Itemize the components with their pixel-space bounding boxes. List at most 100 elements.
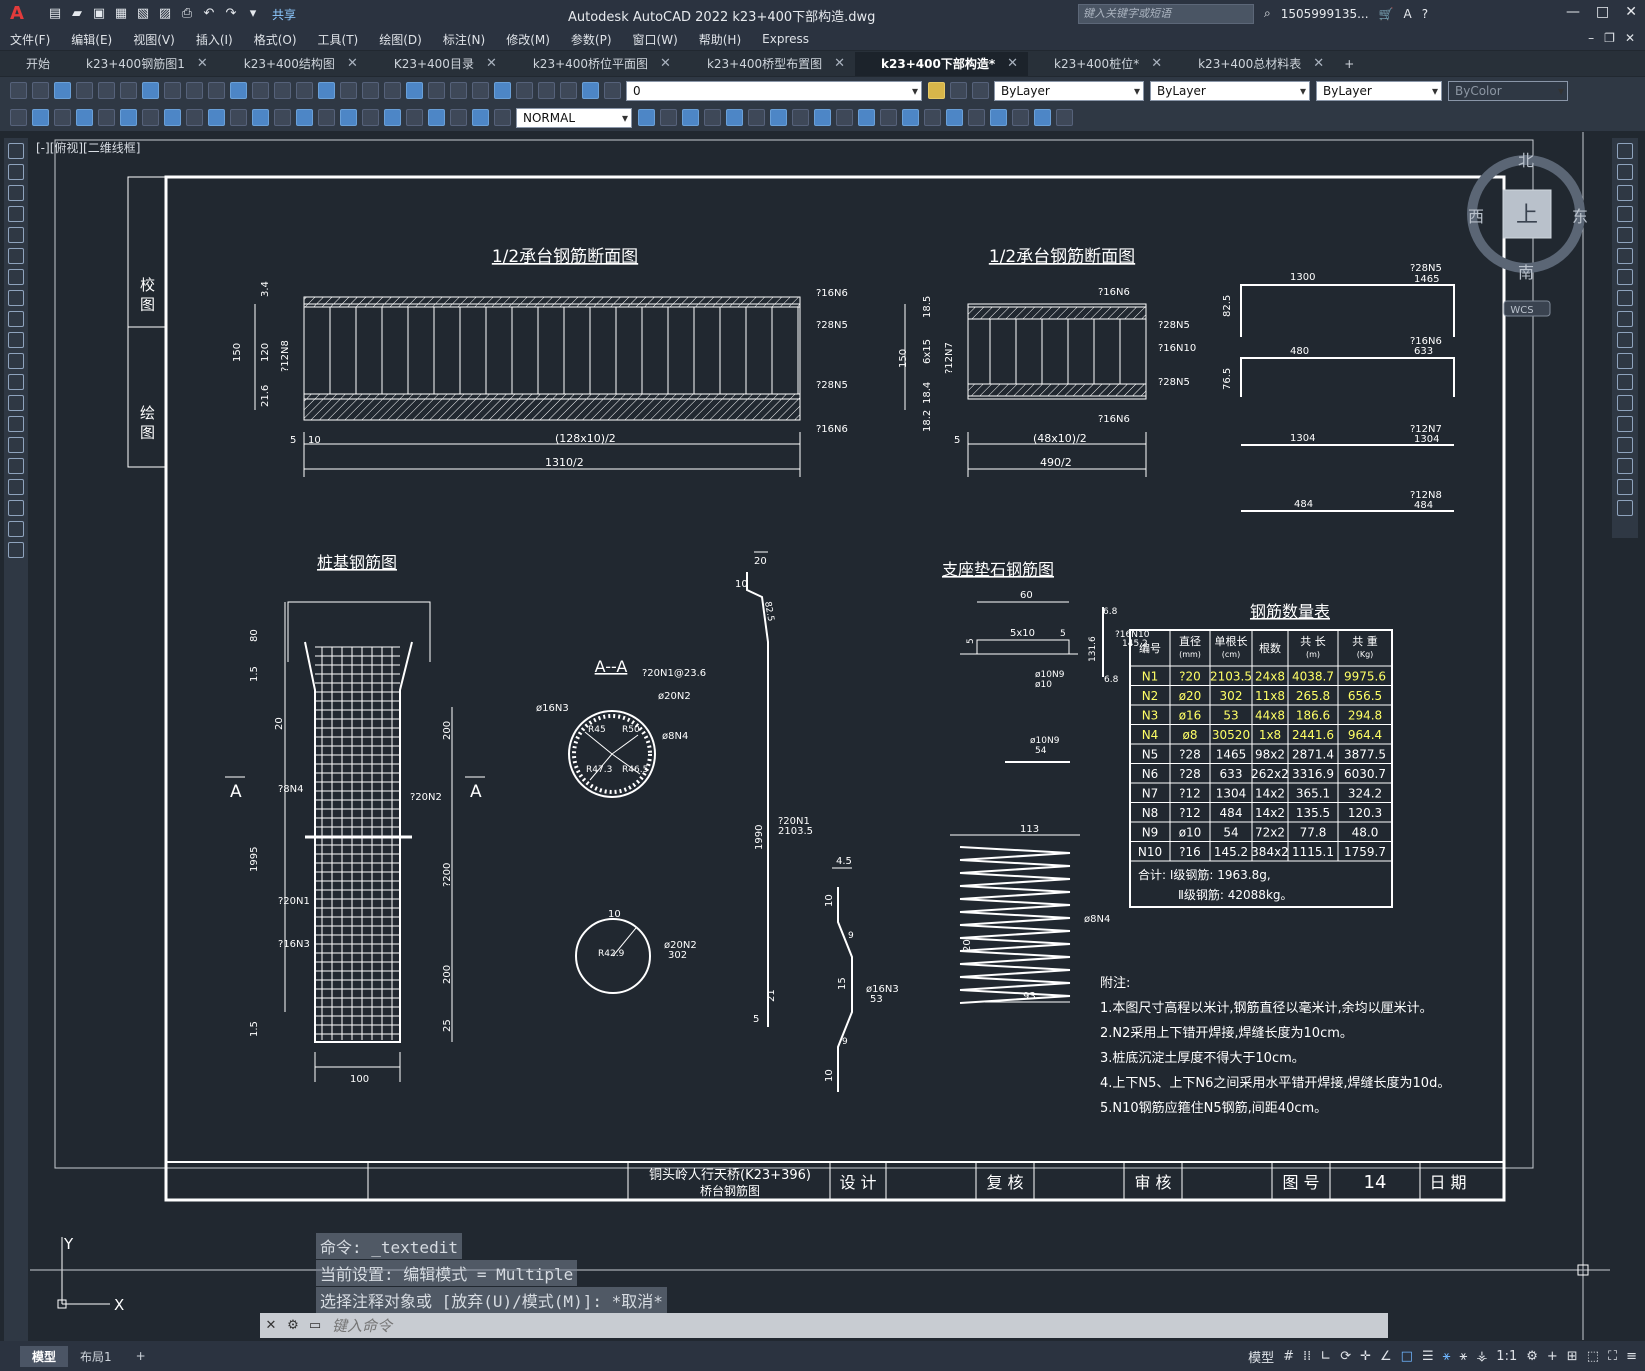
toolbar-tool-icon[interactable] bbox=[76, 82, 93, 99]
modify-tool-icon[interactable] bbox=[770, 109, 787, 126]
osnap-icon[interactable]: ✛ bbox=[1360, 1349, 1371, 1364]
angle-icon[interactable]: ∠ bbox=[1380, 1349, 1392, 1364]
close-tab-icon[interactable]: ✕ bbox=[197, 52, 208, 76]
close-tab-icon[interactable]: ✕ bbox=[1313, 52, 1324, 76]
doc-restore-icon[interactable]: ❐ bbox=[1604, 31, 1615, 45]
cart-icon[interactable]: 🛒 bbox=[1379, 7, 1394, 21]
help-icon[interactable]: ? bbox=[1422, 7, 1428, 21]
menu-item[interactable]: 工具(T) bbox=[318, 31, 359, 48]
dimension-tool-icon[interactable] bbox=[208, 109, 225, 126]
modify-palette-icon[interactable] bbox=[1617, 290, 1633, 306]
workspace-gear-icon[interactable]: ⚙ bbox=[1526, 1349, 1538, 1364]
menu-item[interactable]: 文件(F) bbox=[10, 31, 50, 48]
modify-tool-icon[interactable] bbox=[968, 109, 985, 126]
toolbar-tool-icon[interactable] bbox=[142, 82, 159, 99]
plot-icon[interactable]: ⎙ bbox=[178, 5, 196, 23]
file-tab[interactable]: k23+400下部构造* ✕ bbox=[855, 52, 1029, 76]
toolbar-tool-icon[interactable] bbox=[318, 82, 335, 99]
toolbar-tool-icon[interactable] bbox=[296, 82, 313, 99]
modify-palette-icon[interactable] bbox=[1617, 500, 1633, 516]
object-snap-icon[interactable]: □ bbox=[1401, 1349, 1413, 1364]
lineweight-icon[interactable]: ☰ bbox=[1422, 1349, 1434, 1364]
draw-tool-icon[interactable] bbox=[8, 458, 24, 474]
dimension-tool-icon[interactable] bbox=[362, 109, 379, 126]
modify-palette-icon[interactable] bbox=[1617, 395, 1633, 411]
file-tab[interactable]: k23+400桩位* ✕ bbox=[1028, 52, 1172, 76]
modify-tool-icon[interactable] bbox=[880, 109, 897, 126]
plus-icon[interactable]: + bbox=[1547, 1349, 1558, 1364]
add-layout-button[interactable]: + bbox=[124, 1347, 158, 1365]
maximize-button[interactable]: □ bbox=[1596, 4, 1609, 20]
draw-tool-icon[interactable] bbox=[8, 521, 24, 537]
draw-tool-icon[interactable] bbox=[8, 542, 24, 558]
file-tab[interactable]: 开始 bbox=[0, 52, 60, 76]
dimension-tool-icon[interactable] bbox=[296, 109, 313, 126]
toolbar-tool-icon[interactable] bbox=[10, 82, 27, 99]
annotation-visibility-icon[interactable]: ⚹ bbox=[1443, 1349, 1451, 1364]
open-file-icon[interactable]: ▰ bbox=[68, 5, 86, 23]
viewcube-south[interactable]: 南 bbox=[1518, 263, 1534, 282]
draw-tool-icon[interactable] bbox=[8, 206, 24, 222]
draw-tool-icon[interactable] bbox=[8, 479, 24, 495]
modify-palette-icon[interactable] bbox=[1617, 416, 1633, 432]
modify-tool-icon[interactable] bbox=[704, 109, 721, 126]
web-save-icon[interactable]: ▨ bbox=[156, 5, 174, 23]
toolbar-tool-icon[interactable] bbox=[604, 82, 621, 99]
modify-tool-icon[interactable] bbox=[946, 109, 963, 126]
color-dropdown[interactable]: ByLayer bbox=[994, 80, 1144, 101]
modify-palette-icon[interactable] bbox=[1617, 164, 1633, 180]
command-prompt-icon[interactable]: ▭ bbox=[304, 1318, 326, 1333]
model-space-button[interactable]: 模型 bbox=[1248, 1347, 1274, 1366]
draw-tool-icon[interactable] bbox=[8, 248, 24, 264]
annotation-scale-value[interactable]: 1:1 bbox=[1496, 1349, 1517, 1364]
auto-scale-icon[interactable]: ⚹ bbox=[1459, 1349, 1467, 1364]
modify-palette-icon[interactable] bbox=[1617, 353, 1633, 369]
layer-tool-icon[interactable] bbox=[950, 82, 967, 99]
close-tab-icon[interactable]: ✕ bbox=[347, 52, 358, 76]
modify-tool-icon[interactable] bbox=[1034, 109, 1051, 126]
close-tab-icon[interactable]: ✕ bbox=[1007, 52, 1018, 76]
viewcube-west[interactable]: 西 bbox=[1468, 207, 1484, 226]
toolbar-tool-icon[interactable] bbox=[538, 82, 555, 99]
modify-tool-icon[interactable] bbox=[682, 109, 699, 126]
dimension-tool-icon[interactable] bbox=[230, 109, 247, 126]
draw-tool-icon[interactable] bbox=[8, 395, 24, 411]
file-tab[interactable]: k23+400钢筋图1 ✕ bbox=[60, 52, 218, 76]
lineweight-dropdown[interactable]: ByLayer bbox=[1316, 80, 1442, 101]
snap-icon[interactable]: ⁞⁞ bbox=[1303, 1349, 1311, 1364]
file-tab[interactable]: k23+400总材料表 ✕ bbox=[1172, 52, 1334, 76]
close-tab-icon[interactable]: ✕ bbox=[834, 52, 845, 76]
dimension-tool-icon[interactable] bbox=[186, 109, 203, 126]
modify-tool-icon[interactable] bbox=[1056, 109, 1073, 126]
qa-dropdown-icon[interactable]: ▾ bbox=[244, 5, 262, 23]
dimension-tool-icon[interactable] bbox=[384, 109, 401, 126]
modify-tool-icon[interactable] bbox=[792, 109, 809, 126]
dimension-tool-icon[interactable] bbox=[10, 109, 27, 126]
modify-palette-icon[interactable] bbox=[1617, 269, 1633, 285]
draw-tool-icon[interactable] bbox=[8, 143, 24, 159]
toolbar-tool-icon[interactable] bbox=[98, 82, 115, 99]
dimension-tool-icon[interactable] bbox=[76, 109, 93, 126]
modify-palette-icon[interactable] bbox=[1617, 458, 1633, 474]
toolbar-tool-icon[interactable] bbox=[560, 82, 577, 99]
modify-tool-icon[interactable] bbox=[660, 109, 677, 126]
dimension-tool-icon[interactable] bbox=[54, 109, 71, 126]
toolbar-tool-icon[interactable] bbox=[186, 82, 203, 99]
dimension-tool-icon[interactable] bbox=[98, 109, 115, 126]
layer-dropdown[interactable]: 0 bbox=[626, 80, 922, 101]
plotstyle-dropdown[interactable]: ByColor bbox=[1448, 80, 1568, 101]
fullscreen-icon[interactable]: ⛶ bbox=[1608, 1349, 1617, 1364]
redo-icon[interactable]: ↷ bbox=[222, 5, 240, 23]
share-button[interactable]: 共享 bbox=[272, 6, 296, 23]
viewcube-north[interactable]: 北 bbox=[1518, 151, 1534, 170]
drawing-canvas[interactable]: 校 图 绘 图 铜头岭人行天桥(K23+396) 桥台钢筋图 设 计 复 核 审… bbox=[30, 132, 1610, 1340]
dimension-tool-icon[interactable] bbox=[164, 109, 181, 126]
menu-item[interactable]: 编辑(E) bbox=[71, 31, 112, 48]
modify-palette-icon[interactable] bbox=[1617, 143, 1633, 159]
textstyle-dropdown[interactable]: NORMAL bbox=[516, 107, 632, 128]
menu-item[interactable]: 修改(M) bbox=[506, 31, 550, 48]
close-tab-icon[interactable]: ✕ bbox=[660, 52, 671, 76]
tab-layout1[interactable]: 布局1 bbox=[68, 1346, 124, 1367]
web-open-icon[interactable]: ▧ bbox=[134, 5, 152, 23]
menu-item[interactable]: 绘图(D) bbox=[379, 31, 422, 48]
